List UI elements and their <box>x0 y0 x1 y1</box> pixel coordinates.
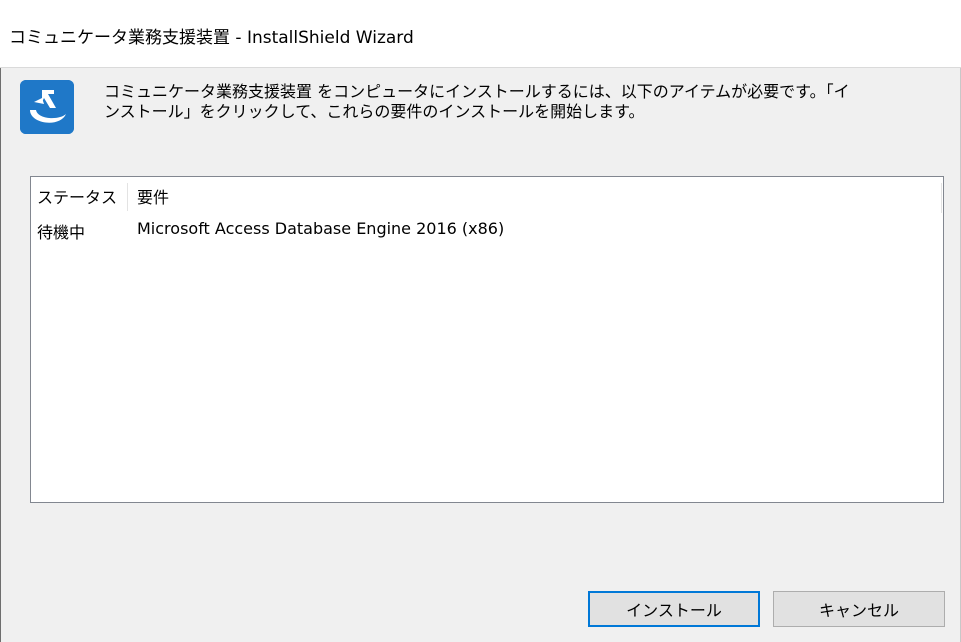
cancel-button[interactable]: キャンセル <box>773 591 945 627</box>
column-divider[interactable] <box>127 183 128 211</box>
title-bar: コミュニケータ業務支援装置 - InstallShield Wizard <box>0 0 961 68</box>
column-divider[interactable] <box>941 183 942 213</box>
column-header-status[interactable]: ステータス <box>37 184 117 208</box>
requirements-list[interactable]: ステータス 要件 待機中 Microsoft Access Database E… <box>30 176 944 503</box>
requirements-list-header: ステータス 要件 <box>31 177 943 213</box>
column-header-requirement[interactable]: 要件 <box>137 184 169 208</box>
window-left-border <box>0 68 1 642</box>
window-title: コミュニケータ業務支援装置 - InstallShield Wizard <box>9 28 414 48</box>
install-button[interactable]: インストール <box>588 591 760 627</box>
requirement-status: 待機中 <box>37 223 86 242</box>
instruction-message: コミュニケータ業務支援装置 をコンピュータにインストールするには、以下のアイテム… <box>104 82 944 122</box>
instruction-line-2: ンストール」をクリックして、これらの要件のインストールを開始します。 <box>104 102 645 121</box>
instruction-line-1: コミュニケータ業務支援装置 をコンピュータにインストールするには、以下のアイテム… <box>104 82 850 101</box>
requirement-row[interactable]: 待機中 Microsoft Access Database Engine 201… <box>31 219 943 247</box>
requirement-name: Microsoft Access Database Engine 2016 (x… <box>137 219 505 238</box>
setup-app-icon <box>20 80 74 134</box>
installshield-dialog: コミュニケータ業務支援装置 - InstallShield Wizard コミュ… <box>0 0 961 642</box>
